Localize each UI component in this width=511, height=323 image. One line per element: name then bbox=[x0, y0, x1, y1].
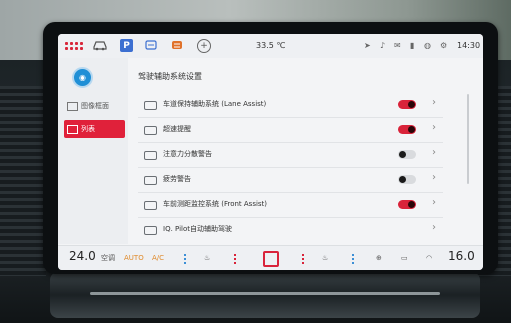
speed-warning-toggle[interactable] bbox=[398, 125, 416, 134]
driver-temperature[interactable]: 24.0 bbox=[69, 250, 96, 262]
fan-icon[interactable]: ⊕ bbox=[376, 252, 382, 264]
infotainment-screen: P + 33.5 ℃ ➤ ♪ ✉ ▮ ◍ ⚙ 14:30 ◉ 图像框面 列表 驾… bbox=[58, 34, 483, 270]
driver-seat-heating-icon[interactable] bbox=[234, 254, 236, 264]
setting-row-lane-assist[interactable]: 车道保持辅助系统 (Lane Assist) › bbox=[138, 92, 443, 118]
globe-icon: ◍ bbox=[424, 41, 431, 50]
car-icon[interactable] bbox=[92, 39, 108, 53]
setting-label: 车道保持辅助系统 (Lane Assist) bbox=[163, 100, 267, 108]
signal-icon: ▮ bbox=[410, 41, 415, 50]
fatigue-warning-toggle[interactable] bbox=[398, 175, 416, 184]
outside-temperature: 33.5 ℃ bbox=[256, 41, 286, 50]
front-assist-toggle[interactable] bbox=[398, 200, 416, 209]
image-view-icon bbox=[67, 101, 78, 111]
navigation-icon[interactable]: ➤ bbox=[364, 39, 371, 53]
lane-assist-toggle[interactable] bbox=[398, 100, 416, 109]
chevron-right-icon[interactable]: › bbox=[432, 122, 436, 133]
seat-settings-icon[interactable] bbox=[144, 39, 158, 53]
status-bar: P + 33.5 ℃ ➤ ♪ ✉ ▮ ◍ ⚙ 14:30 bbox=[58, 34, 483, 58]
driver-seat-cooling-icon[interactable] bbox=[184, 254, 186, 264]
message-icon[interactable]: ✉ bbox=[394, 39, 401, 53]
climate-bar: 24.0 空调 AUTO A/C ♨ ♨ ⊕ ▭ ◠ 16.0 bbox=[58, 245, 483, 270]
microphone-icon[interactable]: ♪ bbox=[380, 39, 385, 53]
lane-icon bbox=[144, 101, 157, 110]
console-trim-strip bbox=[90, 292, 440, 295]
front-assist-icon bbox=[144, 201, 157, 210]
speed-icon bbox=[144, 126, 157, 135]
driver-seat-icon[interactable]: ♨ bbox=[204, 252, 210, 264]
setting-label: 超速提醒 bbox=[163, 125, 191, 133]
defrost-button-icon[interactable] bbox=[263, 251, 279, 267]
passenger-temperature[interactable]: 16.0 bbox=[448, 250, 475, 262]
auto-button[interactable]: AUTO bbox=[124, 252, 144, 264]
setting-label: 车前测距监控系统 (Front Assist) bbox=[163, 200, 268, 208]
eye-icon bbox=[144, 151, 157, 160]
sidebar: ◉ 图像框面 列表 bbox=[58, 58, 128, 244]
settings-gear-icon[interactable]: ⚙ bbox=[440, 39, 447, 53]
scrollbar[interactable] bbox=[467, 94, 469, 184]
setting-row-front-assist[interactable]: 车前测距监控系统 (Front Assist) › bbox=[138, 192, 443, 218]
distraction-warning-toggle[interactable] bbox=[398, 150, 416, 159]
setting-row-distraction-warning[interactable]: 注意力分散警告 › bbox=[138, 142, 443, 168]
chevron-right-icon[interactable]: › bbox=[432, 172, 436, 183]
list-icon bbox=[67, 124, 78, 134]
sidebar-item-image-view[interactable]: 图像框面 bbox=[64, 97, 125, 115]
setting-label: IQ. Pilot自动辅助驾驶 bbox=[163, 225, 233, 233]
rear-defrost-icon[interactable]: ▭ bbox=[401, 252, 408, 264]
chevron-right-icon[interactable]: › bbox=[432, 197, 436, 208]
pilot-icon bbox=[144, 226, 157, 235]
climate-menu-button[interactable]: 空调 bbox=[101, 252, 115, 264]
seat-heating-icon[interactable] bbox=[170, 39, 184, 53]
ac-button[interactable]: A/C bbox=[152, 252, 164, 264]
setting-row-speed-warning[interactable]: 超速提醒 › bbox=[138, 117, 443, 143]
parking-icon[interactable]: P bbox=[120, 39, 133, 52]
chevron-right-icon[interactable]: › bbox=[432, 147, 436, 158]
front-defrost-icon[interactable]: ◠ bbox=[426, 252, 432, 264]
passenger-seat-heating-icon[interactable] bbox=[302, 254, 304, 264]
chevron-right-icon[interactable]: › bbox=[432, 97, 436, 108]
setting-row-fatigue-warning[interactable]: 疲劳警告 › bbox=[138, 167, 443, 193]
setting-label: 疲劳警告 bbox=[163, 175, 191, 183]
passenger-seat-cooling-icon[interactable] bbox=[352, 254, 354, 264]
driver-assist-avatar-icon[interactable]: ◉ bbox=[72, 67, 93, 88]
clock: 14:30 bbox=[457, 41, 481, 50]
screen-base-console bbox=[50, 272, 480, 318]
page-title: 驾驶辅助系统设置 bbox=[138, 72, 202, 81]
add-shortcut-icon[interactable]: + bbox=[197, 39, 211, 53]
chevron-right-icon[interactable]: › bbox=[432, 222, 436, 233]
app-grid-icon[interactable] bbox=[65, 39, 83, 53]
passenger-seat-icon[interactable]: ♨ bbox=[322, 252, 328, 264]
setting-label: 注意力分散警告 bbox=[163, 150, 212, 158]
sidebar-item-list[interactable]: 列表 bbox=[64, 120, 125, 138]
eye-icon bbox=[144, 176, 157, 185]
left-air-vent bbox=[0, 86, 46, 276]
setting-row-iq-pilot[interactable]: IQ. Pilot自动辅助驾驶 › bbox=[138, 217, 443, 242]
sidebar-item-label: 列表 bbox=[81, 125, 95, 133]
sidebar-item-label: 图像框面 bbox=[81, 102, 109, 110]
